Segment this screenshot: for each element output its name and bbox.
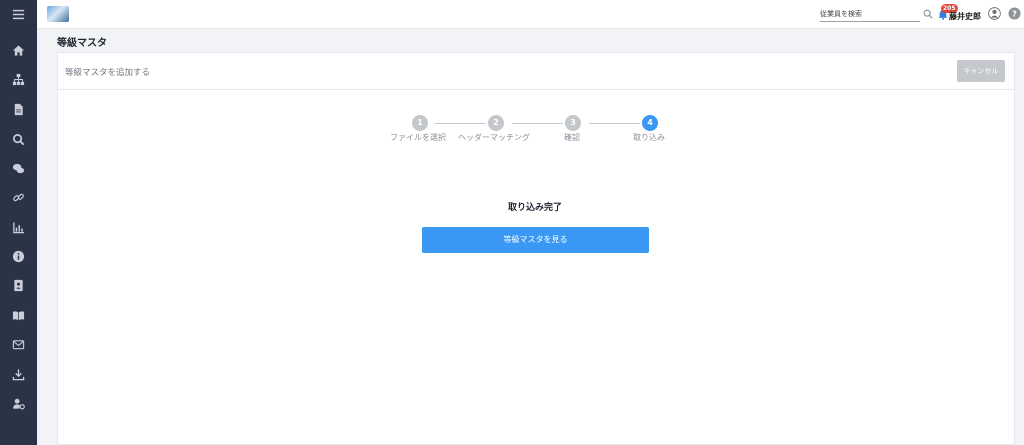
step-4-label: 取り込み <box>633 133 665 142</box>
menu-icon[interactable] <box>0 2 37 26</box>
link-icon[interactable] <box>0 185 37 209</box>
help-icon[interactable]: ? <box>1008 7 1021 20</box>
view-grade-master-button[interactable]: 等級マスタを見る <box>422 227 649 253</box>
mail-icon[interactable] <box>0 332 37 356</box>
svg-text:?: ? <box>1012 9 1017 19</box>
info-icon[interactable] <box>0 244 37 268</box>
import-card: 等級マスタを追加する キャンセル 1 2 3 4 ファイルを選択 ヘッダーマッチ… <box>57 52 1015 445</box>
employee-search-placeholder: 従業員を検索 <box>820 10 862 18</box>
document-icon[interactable] <box>0 97 37 121</box>
book-icon[interactable] <box>0 303 37 327</box>
company-logo[interactable] <box>47 6 69 22</box>
step-connector <box>589 123 640 124</box>
cancel-button[interactable]: キャンセル <box>957 60 1005 82</box>
search-icon[interactable] <box>923 9 933 19</box>
sidebar <box>0 0 37 445</box>
step-connector <box>435 123 486 124</box>
org-chart-icon[interactable] <box>0 67 37 91</box>
step-1-label: ファイルを選択 <box>390 133 446 142</box>
search-icon[interactable] <box>0 127 37 151</box>
page-title: 等級マスタ <box>57 38 107 49</box>
import-complete-message: 取り込み完了 <box>507 203 563 213</box>
card-title: 等級マスタを追加する <box>65 68 151 78</box>
user-name[interactable]: 藤井史郎 <box>949 11 981 22</box>
step-4-circle: 4 <box>642 115 658 131</box>
employee-search-input[interactable]: 従業員を検索 <box>820 9 920 22</box>
chat-icon[interactable] <box>0 156 37 180</box>
user-settings-icon[interactable] <box>0 391 37 415</box>
step-1-circle: 1 <box>412 115 428 131</box>
home-icon[interactable] <box>0 38 37 62</box>
download-icon[interactable] <box>0 362 37 386</box>
step-connector <box>512 123 563 124</box>
step-2-circle: 2 <box>488 115 504 131</box>
contact-card-icon[interactable] <box>0 273 37 297</box>
top-bar: 従業員を検索 205 藤井史郎 ? <box>37 0 1024 29</box>
user-avatar-icon[interactable] <box>988 7 1001 20</box>
step-2-label: ヘッダーマッチング <box>458 133 530 142</box>
chart-icon[interactable] <box>0 215 37 239</box>
card-header: 等級マスタを追加する キャンセル <box>58 53 1014 90</box>
step-3-circle: 3 <box>565 115 581 131</box>
step-3-label: 確認 <box>564 133 580 142</box>
